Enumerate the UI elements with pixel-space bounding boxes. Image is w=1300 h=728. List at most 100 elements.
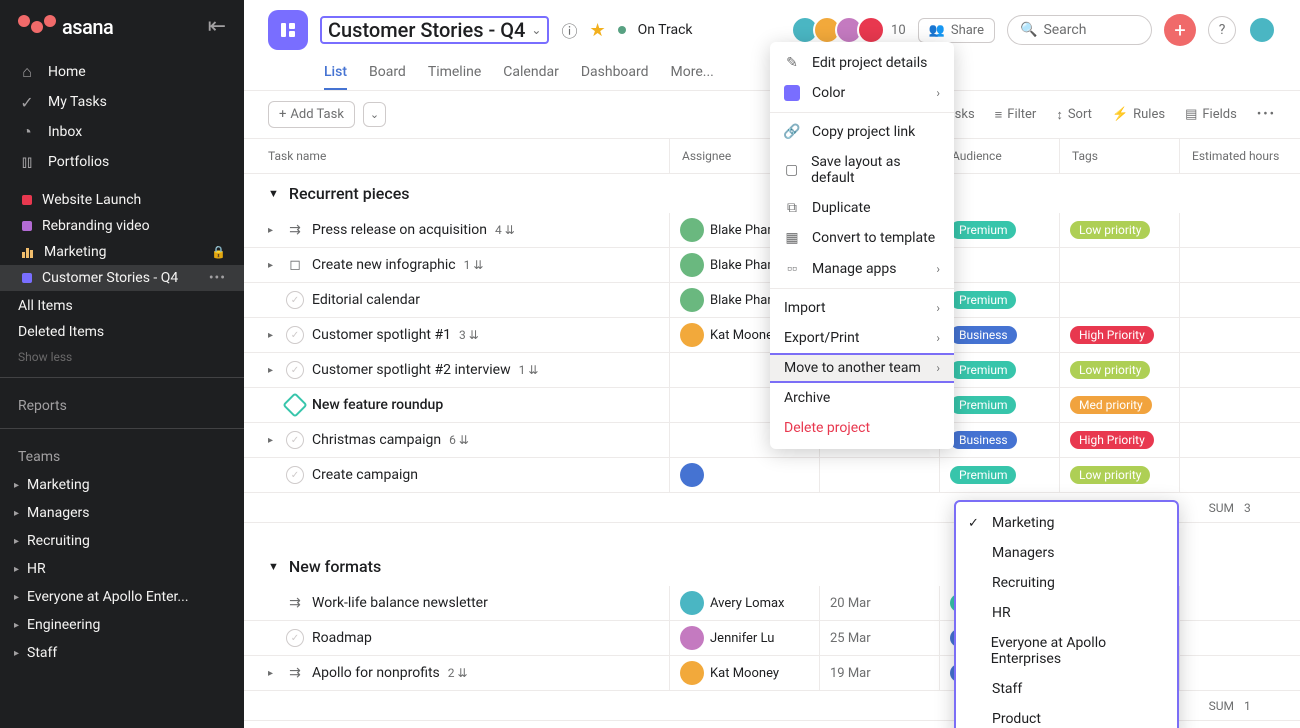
- expand-icon[interactable]: ▸: [268, 260, 278, 271]
- chevron-right-icon: ▸: [14, 648, 19, 659]
- task-name: Press release on acquisition: [312, 222, 487, 238]
- tab-calendar[interactable]: Calendar: [503, 56, 559, 90]
- sidebar-team-item[interactable]: ▸Engineering: [0, 611, 244, 639]
- tab-timeline[interactable]: Timeline: [428, 56, 481, 90]
- pencil-icon: ✎: [784, 55, 800, 71]
- task-row[interactable]: ✓Create campaignPremiumLow priority: [244, 458, 1300, 493]
- filter-button[interactable]: ≡Filter: [995, 107, 1037, 123]
- check-circle-icon[interactable]: ✓: [286, 361, 304, 379]
- sidebar-team-item[interactable]: ▸Managers: [0, 499, 244, 527]
- nav-all-items[interactable]: All Items: [0, 293, 244, 319]
- col-estimated-hours[interactable]: Estimated hours: [1180, 139, 1300, 173]
- submenu-team-item[interactable]: HR: [956, 598, 1177, 628]
- share-button[interactable]: 👥Share: [918, 18, 995, 43]
- menu-move-team[interactable]: Move to another team›: [770, 353, 954, 383]
- project-color-icon[interactable]: [268, 10, 308, 50]
- submenu-team-item[interactable]: Recruiting: [956, 568, 1177, 598]
- sidebar-project-item[interactable]: Website Launch: [0, 187, 244, 213]
- menu-import[interactable]: Import›: [770, 293, 954, 323]
- subtask-icon: ⇊: [505, 223, 515, 237]
- add-task-button[interactable]: +Add Task: [268, 101, 355, 128]
- menu-duplicate[interactable]: ⧉Duplicate: [770, 193, 954, 223]
- logo[interactable]: asana: [18, 15, 113, 39]
- help-button[interactable]: ?: [1208, 16, 1236, 44]
- expand-icon[interactable]: ▸: [268, 365, 278, 376]
- menu-save-layout[interactable]: ▢Save layout as default: [770, 147, 954, 193]
- status-label[interactable]: On Track: [638, 22, 693, 38]
- chevron-right-icon: ▸: [14, 592, 19, 603]
- info-icon[interactable]: ⓘ: [561, 18, 577, 42]
- people-icon: 👥: [929, 23, 945, 38]
- submenu-team-item[interactable]: Product: [956, 704, 1177, 728]
- tag-pill: Med priority: [1070, 396, 1152, 414]
- rules-button[interactable]: ⚡Rules: [1112, 107, 1165, 122]
- assignee-name: Jennifer Lu: [710, 631, 774, 646]
- tab-board[interactable]: Board: [369, 56, 406, 90]
- user-avatar[interactable]: [1248, 16, 1276, 44]
- tab-list[interactable]: List: [324, 56, 347, 90]
- submenu-team-item[interactable]: Everyone at Apollo Enterprises: [956, 628, 1177, 674]
- check-circle-icon: ✓: [18, 93, 36, 111]
- col-audience[interactable]: Audience: [940, 139, 1060, 173]
- col-tags[interactable]: Tags: [1060, 139, 1180, 173]
- reports-section[interactable]: Reports: [0, 386, 244, 420]
- tab-dashboard[interactable]: Dashboard: [581, 56, 649, 90]
- global-add-button[interactable]: +: [1164, 14, 1196, 46]
- submenu-team-item[interactable]: ✓Marketing: [956, 508, 1177, 538]
- check-circle-icon[interactable]: ✓: [286, 326, 304, 344]
- star-icon[interactable]: ★: [589, 20, 605, 41]
- nav-inbox[interactable]: ◔Inbox: [0, 117, 244, 147]
- check-circle-icon[interactable]: ✓: [286, 291, 304, 309]
- lightning-icon: ⚡: [1112, 107, 1128, 122]
- submenu-team-item[interactable]: Managers: [956, 538, 1177, 568]
- menu-convert-template[interactable]: ▦Convert to template: [770, 223, 954, 253]
- tab-more[interactable]: More...: [671, 56, 714, 90]
- more-icon[interactable]: •••: [1257, 107, 1276, 122]
- subtask-count: 2 ⇊: [448, 666, 468, 680]
- expand-icon[interactable]: ▸: [268, 668, 278, 679]
- menu-label: Move to another team: [784, 360, 921, 376]
- menu-edit-details[interactable]: ✎Edit project details: [770, 48, 954, 78]
- apps-icon: ▫▫: [784, 260, 800, 277]
- sort-button[interactable]: ↕Sort: [1056, 107, 1092, 123]
- menu-color[interactable]: Color›: [770, 78, 954, 108]
- menu-archive[interactable]: Archive: [770, 383, 954, 413]
- chevron-right-icon: ▸: [14, 508, 19, 519]
- nav-home[interactable]: ⌂Home: [0, 57, 244, 87]
- check-circle-icon[interactable]: ✓: [286, 466, 304, 484]
- tag-pill: High Priority: [1070, 431, 1154, 449]
- search-input[interactable]: 🔍Search: [1007, 15, 1152, 45]
- more-icon[interactable]: •••: [209, 270, 226, 286]
- sidebar-team-item[interactable]: ▸Staff: [0, 639, 244, 667]
- nav-portfolios[interactable]: ⫾⫾Portfolios: [0, 147, 244, 177]
- menu-copy-link[interactable]: 🔗Copy project link: [770, 117, 954, 147]
- fields-button[interactable]: ▤Fields: [1185, 107, 1237, 122]
- check-circle-icon[interactable]: ✓: [286, 629, 304, 647]
- sidebar-team-item[interactable]: ▸Everyone at Apollo Enter...: [0, 583, 244, 611]
- nav-deleted-items[interactable]: Deleted Items: [0, 319, 244, 345]
- check-circle-icon[interactable]: ✓: [286, 431, 304, 449]
- sidebar-team-item[interactable]: ▸Recruiting: [0, 527, 244, 555]
- show-less-button[interactable]: Show less: [0, 345, 244, 369]
- menu-export-print[interactable]: Export/Print›: [770, 323, 954, 353]
- col-task-name[interactable]: Task name: [244, 139, 670, 173]
- expand-icon[interactable]: ▸: [268, 225, 278, 236]
- menu-delete-project[interactable]: Delete project: [770, 413, 954, 443]
- sidebar-project-item[interactable]: Customer Stories - Q4•••: [0, 265, 244, 291]
- menu-manage-apps[interactable]: ▫▫Manage apps›: [770, 253, 954, 284]
- check-icon: ✓: [968, 516, 982, 531]
- expand-icon[interactable]: ▸: [268, 330, 278, 341]
- sidebar-project-item[interactable]: Rebranding video: [0, 213, 244, 239]
- task-name: Editorial calendar: [312, 292, 420, 308]
- add-task-dropdown[interactable]: ⌄: [363, 102, 386, 127]
- member-avatars[interactable]: 10: [797, 16, 906, 44]
- expand-icon[interactable]: ▸: [268, 435, 278, 446]
- nav-my-tasks[interactable]: ✓My Tasks: [0, 87, 244, 117]
- collapse-sidebar-icon[interactable]: ⇤: [208, 14, 226, 39]
- project-title-wrapper[interactable]: Customer Stories - Q4 ⌄: [320, 16, 549, 44]
- sidebar-project-item[interactable]: Marketing🔒: [0, 239, 244, 265]
- sidebar-team-item[interactable]: ▸Marketing: [0, 471, 244, 499]
- add-task-label: Add Task: [290, 107, 344, 122]
- sidebar-team-item[interactable]: ▸HR: [0, 555, 244, 583]
- submenu-team-item[interactable]: Staff: [956, 674, 1177, 704]
